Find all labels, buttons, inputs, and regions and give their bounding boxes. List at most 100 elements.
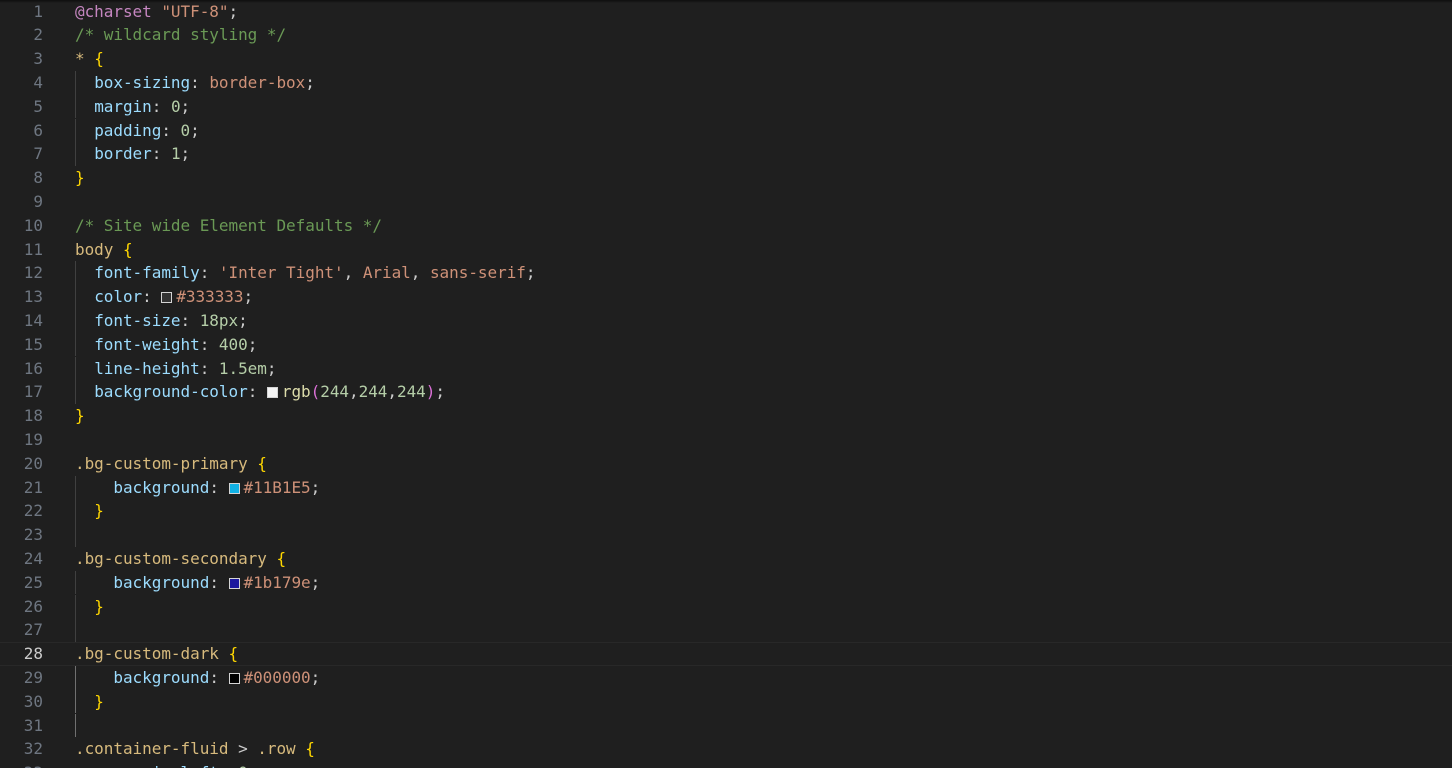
code-line[interactable]: 13 color: #333333; bbox=[0, 285, 1452, 309]
code-token: , bbox=[387, 382, 397, 402]
code-line[interactable]: 30 } bbox=[0, 689, 1452, 714]
code-token: { bbox=[122, 239, 133, 259]
code-line[interactable]: 9 bbox=[0, 190, 1452, 214]
code-line[interactable]: 27 bbox=[0, 618, 1452, 643]
code-line[interactable]: 4 box-sizing: border-box; bbox=[0, 70, 1452, 95]
code-token: ; bbox=[310, 477, 321, 497]
code-line[interactable]: 2 /* wildcard styling */ bbox=[0, 23, 1452, 47]
code-token: : bbox=[209, 667, 229, 687]
code-line[interactable]: 5 margin: 0; bbox=[0, 94, 1452, 119]
color-swatch-icon[interactable] bbox=[161, 292, 173, 304]
code-line[interactable]: 29 background: #000000; bbox=[0, 665, 1452, 690]
line-number: 30 bbox=[23, 691, 43, 711]
code-text: .bg-custom-primary { bbox=[75, 452, 267, 476]
code-line[interactable]: 22 } bbox=[0, 499, 1452, 524]
code-token: #000000 bbox=[243, 667, 311, 687]
code-line[interactable]: 8} bbox=[0, 166, 1452, 190]
code-token: { bbox=[305, 739, 315, 759]
code-text: .container-fluid > .row { bbox=[75, 737, 315, 761]
code-token: ; bbox=[525, 263, 536, 283]
code-line[interactable]: 31 bbox=[0, 713, 1452, 738]
code-token: , bbox=[343, 263, 363, 283]
code-line[interactable]: 3 * { bbox=[0, 47, 1452, 71]
code-text: margin-left: 0; bbox=[75, 761, 257, 768]
code-token: } bbox=[75, 406, 85, 426]
code-line[interactable]: 11 body { bbox=[0, 238, 1452, 262]
line-number: 12 bbox=[23, 263, 43, 283]
code-line[interactable]: 6 padding: 0; bbox=[0, 118, 1452, 143]
code-token: : bbox=[199, 263, 219, 283]
code-text: .bg-custom-dark { bbox=[75, 643, 238, 665]
line-number: 19 bbox=[23, 429, 43, 449]
code-token: > bbox=[228, 739, 258, 759]
code-token: 1.5em bbox=[218, 358, 267, 378]
line-number: 27 bbox=[23, 620, 43, 640]
code-text: margin: 0; bbox=[75, 95, 190, 119]
code-line[interactable]: 7 border: 1; bbox=[0, 142, 1452, 167]
line-number: 21 bbox=[23, 477, 43, 497]
code-line[interactable]: 1 @charset "UTF-8"; bbox=[0, 0, 1452, 23]
color-swatch-icon[interactable] bbox=[228, 577, 240, 589]
code-text: box-sizing: border-box; bbox=[75, 71, 315, 95]
line-number: 20 bbox=[23, 453, 43, 473]
code-editor[interactable]: 1 @charset "UTF-8"; 2 /* wildcard styling *… bbox=[0, 0, 1452, 768]
code-line[interactable]: 17 background-color: rgb(244,244,244); bbox=[0, 380, 1452, 405]
code-line[interactable]: 21 background: #11B1E5; bbox=[0, 475, 1452, 500]
code-token: ; bbox=[310, 572, 321, 592]
code-token: .bg-custom-dark bbox=[75, 644, 219, 664]
line-number: 22 bbox=[23, 501, 43, 521]
indent-guide bbox=[75, 713, 76, 738]
line-number: 26 bbox=[23, 596, 43, 616]
code-token: ; bbox=[180, 96, 191, 116]
line-number: 32 bbox=[23, 739, 43, 759]
code-token: , bbox=[410, 263, 430, 283]
code-line[interactable]: 25 background: #1b179e; bbox=[0, 570, 1452, 595]
code-token: #333333 bbox=[176, 287, 244, 307]
code-token: : bbox=[190, 72, 210, 92]
code-text: color: #333333; bbox=[75, 285, 253, 309]
line-number: 17 bbox=[23, 382, 43, 402]
code-line[interactable]: 33 margin-left: 0; bbox=[0, 761, 1452, 768]
code-token: sans-serif bbox=[429, 263, 526, 283]
code-line[interactable]: 32 .container-fluid > .row { bbox=[0, 737, 1452, 761]
code-line[interactable]: 26 } bbox=[0, 594, 1452, 619]
code-line[interactable]: 16 line-height: 1.5em; bbox=[0, 356, 1452, 381]
code-text: } bbox=[75, 499, 104, 523]
code-text: font-family: 'Inter Tight', Arial, sans-… bbox=[75, 261, 536, 285]
code-token: body bbox=[75, 239, 114, 259]
line-number: 25 bbox=[23, 572, 43, 592]
code-line[interactable]: 15 font-weight: 400; bbox=[0, 332, 1452, 357]
line-number: 6 bbox=[33, 120, 43, 140]
line-number: 24 bbox=[23, 548, 43, 568]
color-swatch-icon[interactable] bbox=[228, 672, 240, 684]
code-line[interactable]: 24 .bg-custom-secondary { bbox=[0, 547, 1452, 571]
code-token: : bbox=[247, 382, 267, 402]
code-line[interactable]: 18} bbox=[0, 404, 1452, 428]
code-line[interactable]: 20 .bg-custom-primary { bbox=[0, 452, 1452, 476]
code-token: 'Inter Tight' bbox=[218, 263, 344, 283]
code-token: .bg-custom-primary bbox=[75, 453, 248, 473]
code-token: : bbox=[161, 120, 181, 140]
code-line[interactable]: 12 font-family: 'Inter Tight', Arial, sa… bbox=[0, 261, 1452, 286]
code-line[interactable]: 23 bbox=[0, 523, 1452, 547]
code-line-current[interactable]: 28 .bg-custom-dark { bbox=[0, 642, 1452, 666]
code-line[interactable]: 19 bbox=[0, 428, 1452, 452]
line-number: 33 bbox=[0, 761, 43, 768]
code-token: "UTF-8" bbox=[161, 1, 229, 21]
color-swatch-icon[interactable] bbox=[228, 482, 240, 494]
code-line[interactable]: 10 /* Site wide Element Defaults */ bbox=[0, 214, 1452, 238]
code-token: ; bbox=[228, 1, 239, 21]
code-token: ; bbox=[238, 310, 248, 330]
code-line[interactable]: 14 font-size: 18px; bbox=[0, 308, 1452, 333]
color-swatch-icon[interactable] bbox=[266, 387, 278, 399]
code-token: font-family bbox=[94, 263, 200, 283]
